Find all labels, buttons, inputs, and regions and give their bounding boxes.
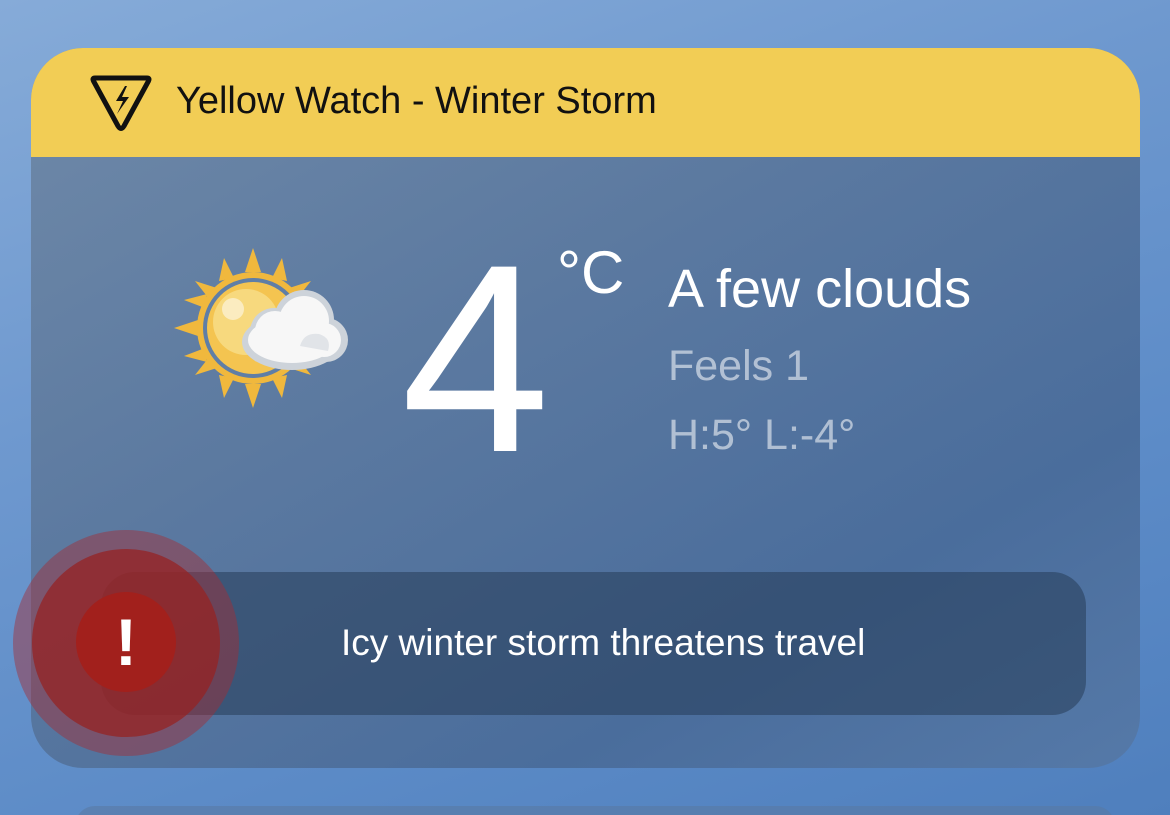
exclamation-icon[interactable]: ! (76, 592, 176, 692)
high-low-temperature: H:5° L:-4° (668, 411, 856, 459)
alert-title: Yellow Watch - Winter Storm (176, 80, 657, 122)
news-headline: Icy winter storm threatens travel (341, 622, 866, 663)
news-headline-card[interactable]: Icy winter storm threatens travel (101, 572, 1086, 715)
storm-warning-icon (90, 75, 152, 131)
weather-condition: A few clouds (668, 259, 972, 319)
next-widget-edge (75, 806, 1115, 815)
feels-like: Feels 1 (668, 342, 810, 390)
temperature-unit: °C (557, 239, 625, 306)
partly-cloudy-icon (174, 248, 348, 408)
weather-alert-banner[interactable]: Yellow Watch - Winter Storm (31, 48, 1140, 157)
current-temperature: 4 (401, 208, 551, 508)
